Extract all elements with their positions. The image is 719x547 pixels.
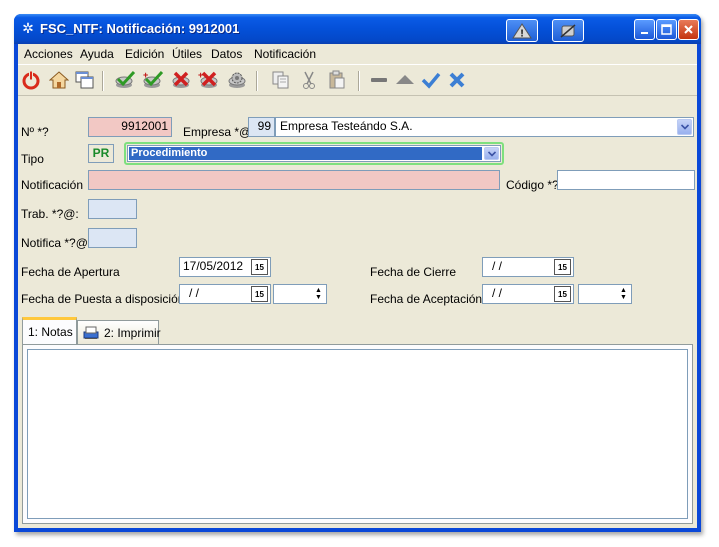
hora-aceptacion-field[interactable]: ▲ ▼ xyxy=(578,284,632,304)
menu-ayuda[interactable]: Ayuda xyxy=(80,47,114,61)
empresa-label: Empresa *@: xyxy=(183,125,255,139)
num-label: Nº *? xyxy=(21,125,49,139)
notes-textarea[interactable] xyxy=(27,349,688,519)
power-icon[interactable] xyxy=(20,69,42,91)
cancel-icon[interactable] xyxy=(170,69,192,91)
fecha-puesta-label: Fecha de Puesta a disposición xyxy=(21,292,185,306)
tipo-label: Tipo xyxy=(21,152,44,166)
notificacion-field[interactable] xyxy=(88,170,500,190)
trab-label: Trab. *?@: xyxy=(21,207,79,221)
codigo-label: Código *? xyxy=(506,178,559,192)
tab-imprimir[interactable]: 2: Imprimir xyxy=(77,320,161,344)
chevron-down-icon[interactable] xyxy=(484,147,499,160)
toolbar-separator xyxy=(102,71,104,91)
notifica-label: Notifica *?@: xyxy=(21,236,92,250)
tab-panel-notas xyxy=(22,344,693,524)
codigo-field[interactable] xyxy=(557,170,695,190)
trab-field[interactable] xyxy=(88,199,137,219)
plug-icon[interactable] xyxy=(552,19,584,42)
menu-notificacion[interactable]: Notificación xyxy=(254,47,316,61)
tab-notas-label: 1: Notas xyxy=(28,325,73,339)
svg-text:+: + xyxy=(143,70,148,80)
fecha-apertura-field[interactable]: 17/05/2012 15 xyxy=(179,257,271,277)
toolbar-separator xyxy=(358,71,360,91)
minus-icon[interactable] xyxy=(368,69,390,91)
cancel-plus-icon[interactable]: + xyxy=(198,69,220,91)
spinner-arrows-icon[interactable]: ▲ ▼ xyxy=(617,286,630,302)
num-field[interactable]: 9912001 xyxy=(88,117,172,137)
calendar-icon[interactable]: 15 xyxy=(554,286,571,302)
maximize-button[interactable] xyxy=(656,19,677,40)
fecha-cierre-label: Fecha de Cierre xyxy=(370,265,457,279)
menu-utiles[interactable]: Útiles xyxy=(172,47,202,61)
empresa-combo[interactable]: Empresa Testeándo S.A. xyxy=(275,117,694,137)
toolbar: + + xyxy=(18,64,697,96)
fecha-puesta-field[interactable]: / / 15 xyxy=(179,284,271,304)
menu-acciones[interactable]: Acciones xyxy=(24,47,73,61)
svg-text:+: + xyxy=(198,70,203,80)
fecha-cierre-field[interactable]: / / 15 xyxy=(482,257,574,277)
home-icon[interactable] xyxy=(48,69,70,91)
chevron-down-icon[interactable] xyxy=(677,119,692,135)
calendar-icon[interactable]: 15 xyxy=(554,259,571,275)
title-bar[interactable]: ✲ FSC_NTF: Notificación: 9912001 ! xyxy=(14,14,701,44)
fecha-aceptacion-label: Fecha de Aceptación xyxy=(370,292,483,306)
menu-bar: Acciones Ayuda Edición Útiles Datos Noti… xyxy=(18,44,697,63)
copy-icon[interactable] xyxy=(270,69,292,91)
check-plus-icon[interactable]: + xyxy=(142,69,164,91)
close-button[interactable] xyxy=(678,19,699,40)
app-icon: ✲ xyxy=(22,21,34,37)
delete-icon[interactable] xyxy=(446,69,468,91)
window-title: FSC_NTF: Notificación: 9912001 xyxy=(40,21,240,36)
toolbar-separator xyxy=(256,71,258,91)
fecha-cierre-value: / / xyxy=(492,259,503,273)
menu-edicion[interactable]: Edición xyxy=(125,47,164,61)
app-window: ✲ FSC_NTF: Notificación: 9912001 ! Accio… xyxy=(14,14,701,532)
empresa-name: Empresa Testeándo S.A. xyxy=(280,119,413,133)
fecha-aceptacion-field[interactable]: / / 15 xyxy=(482,284,574,304)
notificacion-label: Notificación xyxy=(21,178,84,192)
ok-icon[interactable] xyxy=(420,69,442,91)
calendar-icon[interactable]: 15 xyxy=(251,259,268,275)
paste-icon[interactable] xyxy=(326,69,348,91)
svg-text:!: ! xyxy=(520,28,523,39)
fecha-apertura-label: Fecha de Apertura xyxy=(21,265,120,279)
windows-icon[interactable] xyxy=(74,69,96,91)
check-icon[interactable] xyxy=(114,69,136,91)
menu-datos[interactable]: Datos xyxy=(211,47,242,61)
tab-imprimir-label: 2: Imprimir xyxy=(104,325,161,340)
minimize-button[interactable] xyxy=(634,19,655,40)
up-icon[interactable] xyxy=(394,69,416,91)
cut-icon[interactable] xyxy=(298,69,320,91)
warning-icon[interactable]: ! xyxy=(506,19,538,42)
printer-icon xyxy=(83,326,99,340)
calendar-icon[interactable]: 15 xyxy=(251,286,268,302)
tab-notas[interactable]: 1: Notas xyxy=(22,317,77,344)
empresa-code-field[interactable]: 99 xyxy=(248,117,275,137)
fecha-puesta-value: / / xyxy=(189,286,200,300)
gear-icon[interactable] xyxy=(226,69,248,91)
tipo-combo[interactable]: Procedimiento xyxy=(127,145,501,162)
fecha-aceptacion-value: / / xyxy=(492,286,503,300)
tipo-selected: Procedimiento xyxy=(129,147,482,160)
hora-puesta-field[interactable]: ▲ ▼ xyxy=(273,284,327,304)
tipo-code-field[interactable]: PR xyxy=(88,144,114,163)
fecha-apertura-value: 17/05/2012 xyxy=(183,259,244,273)
spinner-arrows-icon[interactable]: ▲ ▼ xyxy=(312,286,325,302)
notifica-field[interactable] xyxy=(88,228,137,248)
window-client: Acciones Ayuda Edición Útiles Datos Noti… xyxy=(18,44,697,528)
